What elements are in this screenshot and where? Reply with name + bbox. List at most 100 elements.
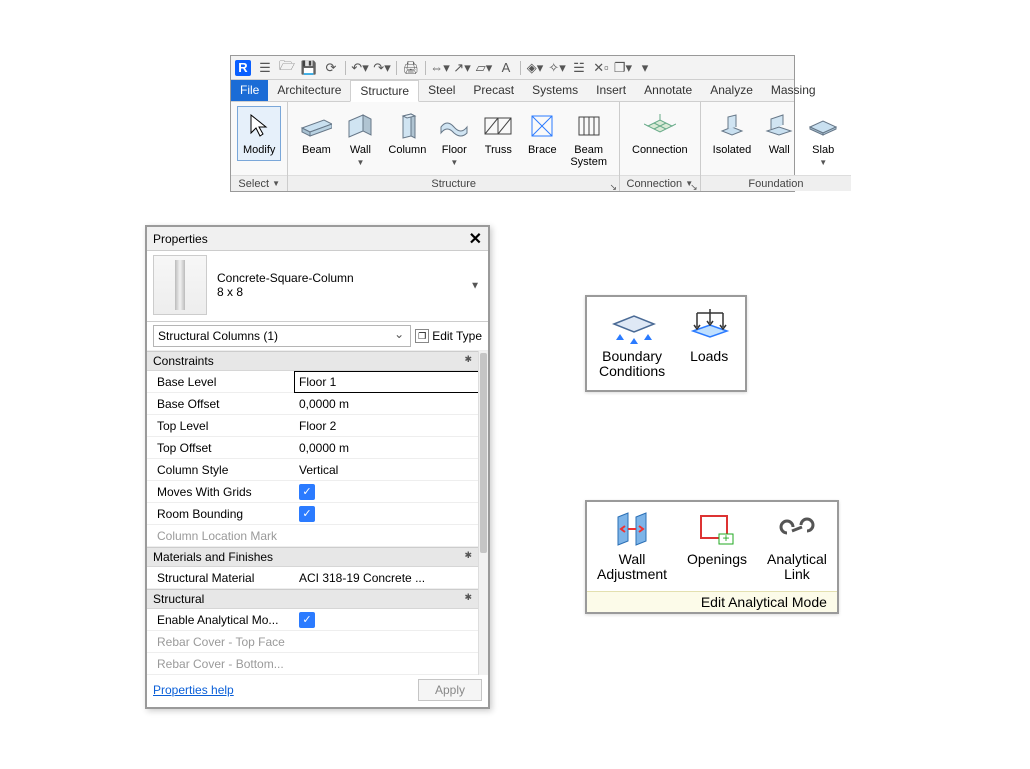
- brace-button[interactable]: Brace: [520, 106, 564, 161]
- scrollbar[interactable]: [478, 351, 488, 675]
- row-base-level[interactable]: Base Level Floor 1: [147, 371, 478, 393]
- section-icon[interactable]: ✧▾: [549, 60, 565, 76]
- edit-analytical-panel: WallAdjustment + Openings AnalyticalLink…: [585, 500, 839, 614]
- ribbon: R ☰ 🗁 💾 ⟳ ↶▾ ↷▾ 🖨 ⇔▾ ↗▾ ▱▾ A ◈▾ ✧▾ ☱ ✕▫ …: [230, 55, 795, 192]
- connection-label: Connection: [632, 144, 688, 156]
- row-room-bounding[interactable]: Room Bounding ✓: [147, 503, 478, 525]
- slab-icon: [807, 111, 839, 141]
- tab-analyze[interactable]: Analyze: [701, 80, 762, 101]
- close-hidden-icon[interactable]: ✕▫: [593, 60, 609, 76]
- truss-label: Truss: [485, 144, 512, 156]
- panel-foundation-label: Foundation: [701, 175, 852, 191]
- beam-system-label: BeamSystem: [570, 144, 607, 168]
- tab-architecture[interactable]: Architecture: [268, 80, 350, 101]
- floor-label: Floor▼: [442, 144, 467, 168]
- modify-label: Modify: [243, 144, 275, 156]
- isolated-icon: [716, 111, 748, 141]
- wall-button[interactable]: Wall▼: [338, 106, 382, 173]
- slab-label: Slab▼: [812, 144, 834, 168]
- row-structural-material[interactable]: Structural Material ACI 318-19 Concrete …: [147, 567, 478, 589]
- apply-button[interactable]: Apply: [418, 679, 482, 701]
- floor-icon: [438, 111, 470, 141]
- thin-lines-icon[interactable]: ☱: [571, 60, 587, 76]
- tab-annotate[interactable]: Annotate: [635, 80, 701, 101]
- loads-button[interactable]: Loads: [675, 299, 743, 388]
- 3d-icon[interactable]: ◈▾: [527, 60, 543, 76]
- tab-steel[interactable]: Steel: [419, 80, 464, 101]
- print-icon[interactable]: 🖨: [403, 60, 419, 76]
- measure-icon[interactable]: ⇔▾: [432, 60, 448, 76]
- qat-customize-icon[interactable]: ▾: [637, 60, 653, 76]
- panel-connection-label[interactable]: Connection ▼↘: [620, 175, 700, 191]
- tab-precast[interactable]: Precast: [464, 80, 523, 101]
- palette-titlebar[interactable]: Properties ✕: [147, 227, 488, 251]
- checkbox-checked-icon[interactable]: ✓: [299, 506, 315, 522]
- redo-icon[interactable]: ↷▾: [374, 60, 390, 76]
- row-top-level[interactable]: Top Level Floor 2: [147, 415, 478, 437]
- beam-system-button[interactable]: BeamSystem: [564, 106, 613, 173]
- tag-icon[interactable]: ▱▾: [476, 60, 492, 76]
- column-button[interactable]: Column: [382, 106, 432, 161]
- row-enable-analytical[interactable]: Enable Analytical Mo... ✓: [147, 609, 478, 631]
- properties-help-link[interactable]: Properties help: [153, 683, 234, 697]
- type-family: Concrete-Square-Column: [217, 271, 480, 285]
- wall-adjustment-icon: [608, 510, 656, 548]
- group-structural[interactable]: Structural✱: [147, 589, 478, 609]
- switch-window-icon[interactable]: ❐▾: [615, 60, 631, 76]
- analytical-link-button[interactable]: AnalyticalLink: [757, 502, 837, 591]
- tab-massing[interactable]: Massing: [762, 80, 825, 101]
- app-logo[interactable]: R: [235, 60, 251, 76]
- separator: [425, 61, 426, 75]
- property-grid: Constraints✱ Base Level Floor 1 Base Off…: [147, 351, 488, 675]
- wall-adjustment-button[interactable]: WallAdjustment: [587, 502, 677, 591]
- category-select[interactable]: Structural Columns (1): [153, 325, 411, 347]
- truss-button[interactable]: Truss: [476, 106, 520, 161]
- sync-icon[interactable]: ⟳: [323, 60, 339, 76]
- beam-icon: [300, 111, 332, 141]
- dimension-align-icon[interactable]: ↗▾: [454, 60, 470, 76]
- type-selector[interactable]: Concrete-Square-Column 8 x 8 ▼: [147, 251, 488, 322]
- group-materials[interactable]: Materials and Finishes✱: [147, 547, 478, 567]
- property-grid-wrapper: Constraints✱ Base Level Floor 1 Base Off…: [147, 351, 488, 675]
- list-icon[interactable]: ☰: [257, 60, 273, 76]
- floor-button[interactable]: Floor▼: [432, 106, 476, 173]
- row-column-location-mark: Column Location Mark: [147, 525, 478, 547]
- foundation-wall-button[interactable]: Wall: [757, 106, 801, 161]
- close-icon[interactable]: ✕: [469, 229, 482, 249]
- tab-structure[interactable]: Structure: [350, 80, 419, 102]
- undo-icon[interactable]: ↶▾: [352, 60, 368, 76]
- row-column-style[interactable]: Column Style Vertical: [147, 459, 478, 481]
- open-icon[interactable]: 🗁: [279, 60, 295, 76]
- panel-select: Modify Select ▼: [231, 102, 288, 191]
- panel-structure-label: Structure↘: [288, 175, 619, 191]
- row-moves-with-grids[interactable]: Moves With Grids ✓: [147, 481, 478, 503]
- scrollbar-thumb[interactable]: [480, 353, 487, 553]
- row-top-offset[interactable]: Top Offset 0,0000 m: [147, 437, 478, 459]
- boundary-conditions-button[interactable]: BoundaryConditions: [589, 299, 675, 388]
- truss-icon: [482, 111, 514, 141]
- row-rebar-bottom: Rebar Cover - Bottom...: [147, 653, 478, 675]
- connection-button[interactable]: Connection: [626, 106, 694, 161]
- loads-icon: [685, 307, 733, 345]
- wall-label: Wall▼: [350, 144, 371, 168]
- group-constraints[interactable]: Constraints✱: [147, 351, 478, 371]
- ribbon-body: Modify Select ▼ Beam Wall▼: [231, 102, 794, 191]
- checkbox-checked-icon[interactable]: ✓: [299, 612, 315, 628]
- modify-button[interactable]: Modify: [237, 106, 281, 161]
- brace-label: Brace: [528, 144, 557, 156]
- panel-select-label[interactable]: Select ▼: [231, 175, 287, 191]
- checkbox-checked-icon[interactable]: ✓: [299, 484, 315, 500]
- type-dropdown-icon[interactable]: ▼: [470, 281, 480, 292]
- tab-systems[interactable]: Systems: [523, 80, 587, 101]
- tab-insert[interactable]: Insert: [587, 80, 635, 101]
- edit-type-button[interactable]: ❐ Edit Type: [415, 329, 482, 343]
- isolated-button[interactable]: Isolated: [707, 106, 758, 161]
- text-icon[interactable]: A: [498, 60, 514, 76]
- tab-file[interactable]: File: [231, 80, 268, 101]
- beam-button[interactable]: Beam: [294, 106, 338, 161]
- row-base-offset[interactable]: Base Offset 0,0000 m: [147, 393, 478, 415]
- save-icon[interactable]: 💾: [301, 60, 317, 76]
- analytical-link-label: AnalyticalLink: [767, 552, 827, 583]
- openings-button[interactable]: + Openings: [677, 502, 757, 591]
- slab-button[interactable]: Slab▼: [801, 106, 845, 173]
